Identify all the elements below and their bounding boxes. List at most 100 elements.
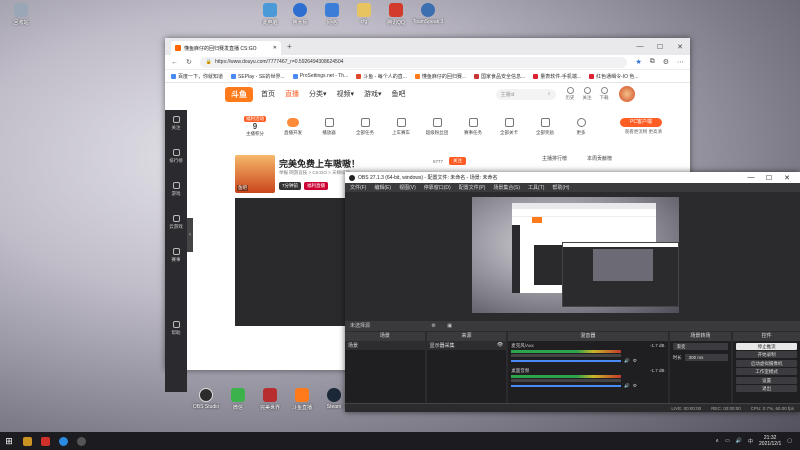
bookmark-item[interactable]: 百度一下，你就知道 xyxy=(171,73,223,80)
visibility-eye-icon[interactable]: 👁 xyxy=(497,342,503,349)
desktop-icon-5[interactable]: 腾讯QQ xyxy=(378,3,414,26)
minimize-icon[interactable]: — xyxy=(742,174,760,182)
recycle-bin-icon[interactable]: 回收站 xyxy=(3,3,39,26)
back-icon[interactable]: ← xyxy=(171,59,178,66)
sidebar-item-ranking[interactable]: 排行榜 xyxy=(165,143,187,176)
studio-mode-button[interactable]: 工作室模式 xyxy=(736,368,797,375)
menu-docks[interactable]: 停靠窗口(D) xyxy=(424,184,451,191)
desktop-icon-obs[interactable]: OBS Studio xyxy=(188,388,224,410)
reload-icon[interactable]: ↻ xyxy=(186,58,192,66)
taskbar-app[interactable] xyxy=(72,432,90,450)
category-item[interactable]: 上车赛车 xyxy=(383,116,419,136)
nav-live[interactable]: 直播 xyxy=(285,89,299,99)
volume-slider[interactable] xyxy=(511,385,622,387)
search-icon[interactable]: ⌕ xyxy=(548,91,551,97)
douyu-logo[interactable]: 斗鱼 xyxy=(225,87,253,102)
download-button[interactable]: 下载 xyxy=(600,87,609,101)
settings-button[interactable]: 设置 xyxy=(736,376,797,384)
nav-games[interactable]: 游戏▾ xyxy=(364,89,382,99)
desktop-icon-perfect-world[interactable]: 完美世界 xyxy=(252,388,288,411)
tab-streamer-ranking[interactable]: 主播排行榜 xyxy=(542,155,567,162)
category-item[interactable]: 超级粉丝团 xyxy=(419,116,455,136)
tab-close-icon[interactable]: ✕ xyxy=(273,45,277,51)
bookmark-item[interactable]: 懂鱼麻仔的回归赛... xyxy=(414,73,466,80)
sidebar-item-follow[interactable]: 关注 xyxy=(165,110,187,143)
close-icon[interactable]: ✕ xyxy=(778,174,796,182)
virtual-camera-button[interactable]: 启动虚拟摄像机 xyxy=(736,359,797,367)
menu-scene-collection[interactable]: 场景集合(S) xyxy=(493,184,520,191)
source-item[interactable]: 显示器采集 👁 xyxy=(426,341,507,350)
menu-help[interactable]: 帮助(H) xyxy=(552,184,569,191)
speaker-icon[interactable]: 🔊 xyxy=(624,383,630,389)
tray-chevron-up-icon[interactable]: ∧ xyxy=(715,438,719,444)
history-button[interactable]: 历史 xyxy=(566,87,575,101)
network-tray-icon[interactable]: ▭ xyxy=(725,438,730,444)
nav-categories[interactable]: 分类▾ xyxy=(309,89,327,99)
desktop-icon-6[interactable]: TeamSpeak 3 xyxy=(410,3,446,25)
bookmark-item[interactable]: 红色通缉令-IO 色... xyxy=(589,73,639,80)
taskbar-app[interactable] xyxy=(18,432,36,450)
sidebar-item-help[interactable]: 帮助 xyxy=(165,315,187,348)
start-recording-button[interactable]: 开始录制 xyxy=(736,351,797,358)
bookmark-item[interactable]: 国家食品安全信息... xyxy=(474,73,525,80)
extensions-icon[interactable]: ⚙ xyxy=(663,58,669,66)
taskbar-app[interactable] xyxy=(36,432,54,450)
exit-button[interactable]: 退出 xyxy=(736,385,797,392)
menu-view[interactable]: 视图(V) xyxy=(399,184,416,191)
category-item[interactable]: 直播开发 xyxy=(275,116,311,136)
volume-slider[interactable] xyxy=(511,360,622,362)
bookmark-item[interactable]: ProSettings.net - Th... xyxy=(292,73,348,79)
category-item[interactable]: 更多 xyxy=(563,116,599,136)
bookmark-item[interactable]: 斗鱼 - 每个人的直... xyxy=(356,73,407,80)
source-filters-icon[interactable]: ▣ xyxy=(447,323,452,329)
category-item[interactable]: 全部奖励 xyxy=(527,116,563,136)
desktop-icon-4[interactable]: cfg xyxy=(346,3,382,25)
streamer-thumbnail[interactable]: 鱼吧 xyxy=(235,155,275,193)
maximize-icon[interactable]: ☐ xyxy=(760,174,778,182)
nav-yuba[interactable]: 鱼吧 xyxy=(392,89,406,99)
maximize-icon[interactable]: ☐ xyxy=(650,43,670,51)
follow-button[interactable]: 关注 xyxy=(449,157,467,165)
settings-gear-icon[interactable]: ⚙ xyxy=(633,358,637,364)
minimize-icon[interactable]: — xyxy=(630,43,650,51)
browser-tab[interactable]: 懂鱼麻仔的回归赛发直播 CS:GO ✕ xyxy=(171,41,281,55)
follow-list-button[interactable]: 关注 xyxy=(583,87,592,101)
taskbar-app[interactable] xyxy=(54,432,72,450)
close-icon[interactable]: ✕ xyxy=(670,43,690,51)
new-tab-button[interactable]: + xyxy=(287,42,292,51)
pc-client-button[interactable]: PC客户端 xyxy=(620,118,662,127)
nav-video[interactable]: 视频▾ xyxy=(337,89,355,99)
sidebar-item-cloud-games[interactable]: 云游戏 xyxy=(165,209,187,242)
menu-file[interactable]: 文件(F) xyxy=(350,184,366,191)
source-properties-icon[interactable]: ⚙ xyxy=(431,323,435,329)
notification-icon[interactable]: ▢ xyxy=(787,438,792,444)
transition-select[interactable]: 渐变 xyxy=(672,343,729,350)
desktop-icon-2[interactable]: 鲁大师 xyxy=(282,3,318,26)
menu-tools[interactable]: 工具(T) xyxy=(528,184,544,191)
volume-tray-icon[interactable]: 🔊 xyxy=(736,438,742,444)
douyu-search-input[interactable]: 主播id ⌕ xyxy=(495,88,556,100)
menu-edit[interactable]: 编辑(E) xyxy=(374,184,391,191)
start-button[interactable]: ⊞ xyxy=(0,432,18,450)
settings-gear-icon[interactable]: ⚙ xyxy=(633,383,637,389)
bookmark-item[interactable]: SEPlay - SE的世界... xyxy=(231,73,285,80)
sidebar-collapse-button[interactable]: ‹ xyxy=(187,218,193,252)
sidebar-item-events[interactable]: 赛事 xyxy=(165,242,187,275)
desktop-icon-3[interactable]: 网络 xyxy=(314,3,350,26)
points-card[interactable]: 福利活动 9 主播积分 xyxy=(235,116,275,137)
address-bar[interactable]: 🔒 https://www.douyu.com/7777467_r=0.5926… xyxy=(199,56,628,68)
menu-profile[interactable]: 配置文件(P) xyxy=(459,184,486,191)
obs-preview[interactable] xyxy=(472,197,679,313)
category-item[interactable]: 赛事任务 xyxy=(455,116,491,136)
duration-input[interactable]: 300 ms xyxy=(684,354,729,361)
speaker-icon[interactable]: 🔊 xyxy=(624,358,630,364)
more-icon[interactable]: ⋯ xyxy=(677,58,684,66)
ime-icon[interactable]: 中 xyxy=(748,438,753,445)
scene-item[interactable]: 场景 xyxy=(345,341,425,350)
clock[interactable]: 21:32 2021/12/1 xyxy=(759,435,781,447)
tab-weekly-contribution[interactable]: 本周贡献榜 xyxy=(587,155,612,162)
nav-home[interactable]: 首页 xyxy=(261,89,275,99)
stop-streaming-button[interactable]: 停止推流 xyxy=(736,342,797,350)
desktop-icon-wechat[interactable]: 微信 xyxy=(220,388,256,411)
collections-icon[interactable]: ⧉ xyxy=(650,58,655,66)
